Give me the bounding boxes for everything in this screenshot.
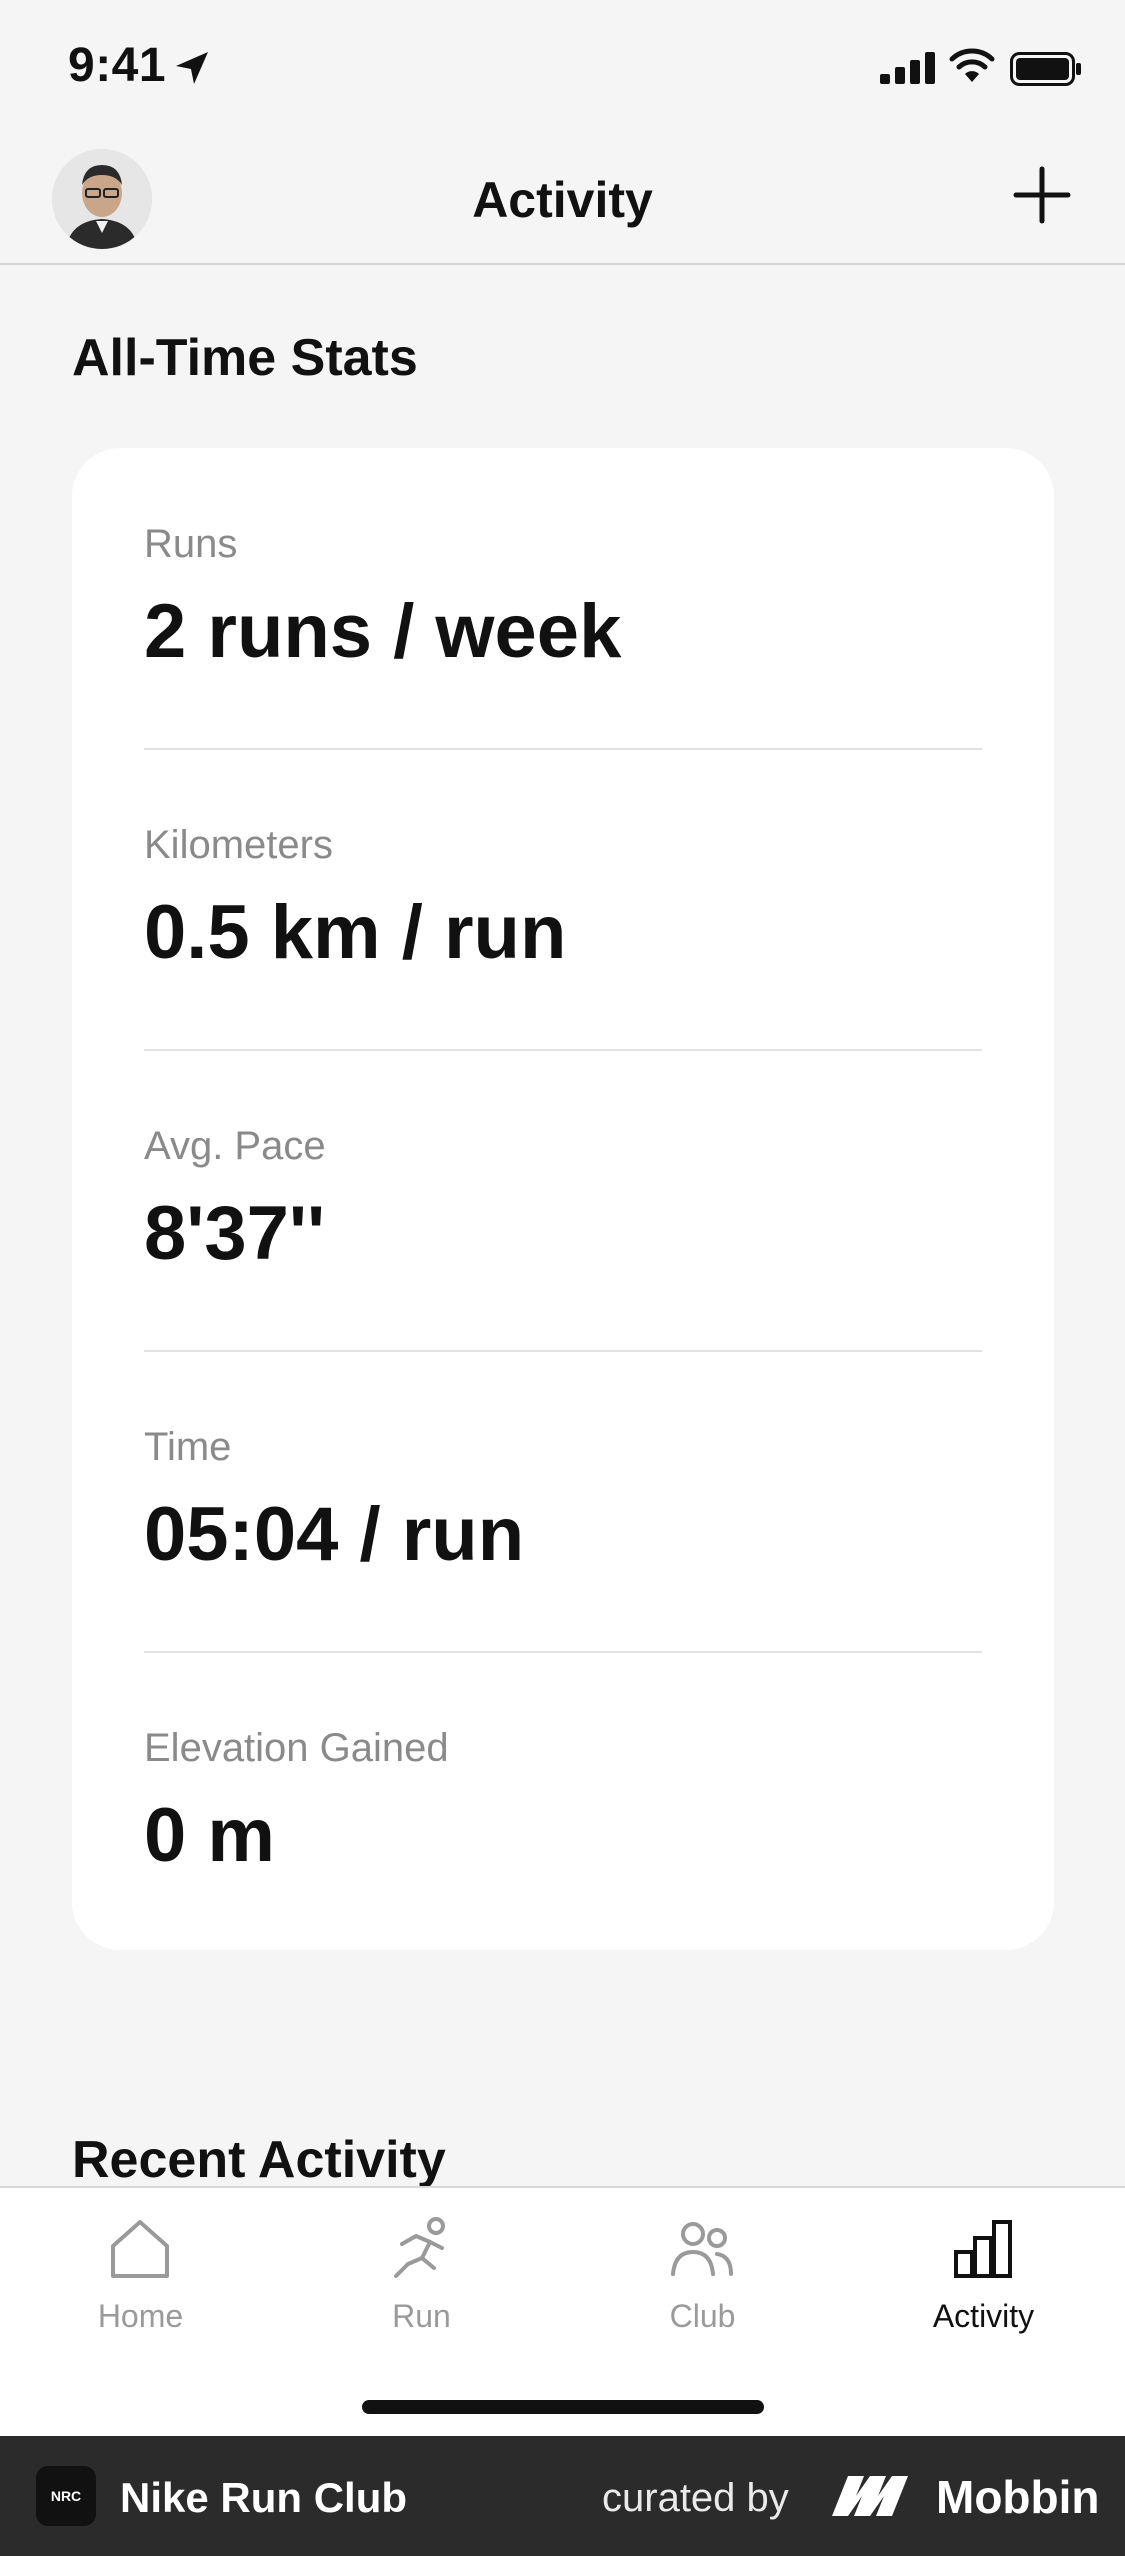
stat-value: 8'37'' <box>144 1191 326 1276</box>
stat-value: 05:04 / run <box>144 1492 525 1577</box>
location-arrow-icon <box>176 52 208 84</box>
tab-home[interactable]: Home <box>0 2188 281 2368</box>
stat-avg-pace: Avg. Pace 8'37'' <box>144 1050 982 1351</box>
mobbin-logo-icon <box>832 2476 908 2516</box>
tab-label: Home <box>97 2298 184 2334</box>
app-logo-icon: NRC <box>36 2466 96 2526</box>
stat-elevation: Elevation Gained 0 m <box>144 1652 982 1953</box>
tab-club[interactable]: Club <box>562 2188 843 2368</box>
tab-run[interactable]: Run <box>281 2188 562 2368</box>
status-bar: 9:41 <box>0 0 1125 135</box>
stat-label: Runs <box>144 522 238 566</box>
stats-card: Runs 2 runs / week Kilometers 0.5 km / r… <box>72 448 1054 1950</box>
signal-icon <box>880 52 935 84</box>
runner-icon <box>394 2217 445 2278</box>
tab-activity[interactable]: Activity <box>843 2188 1124 2368</box>
battery-icon <box>1010 52 1081 86</box>
tab-label: Run <box>392 2298 451 2334</box>
recent-activity-title: Recent Activity <box>72 2131 446 2189</box>
stat-kilometers: Kilometers 0.5 km / run <box>144 749 982 1050</box>
wifi-icon <box>949 48 995 82</box>
people-icon <box>671 2222 733 2276</box>
footer-brand: Mobbin <box>936 2471 1100 2523</box>
page-title: Activity <box>472 172 653 228</box>
stat-label: Avg. Pace <box>144 1124 326 1168</box>
tab-label: Club <box>669 2298 736 2334</box>
stat-label: Elevation Gained <box>144 1726 449 1770</box>
home-indicator[interactable] <box>362 2400 764 2414</box>
stat-label: Kilometers <box>144 823 333 867</box>
footer-curated-text: curated by <box>602 2476 789 2520</box>
tab-bar: Home Run Club Activity <box>0 2186 1125 2436</box>
nav-bar: Activity <box>0 135 1125 265</box>
stat-runs: Runs 2 runs / week <box>144 448 982 749</box>
stat-label: Time <box>144 1425 232 1469</box>
status-time: 9:41 <box>68 39 167 92</box>
tab-label: Activity <box>932 2298 1035 2334</box>
stat-value: 2 runs / week <box>144 589 622 674</box>
stat-time: Time 05:04 / run <box>144 1351 982 1652</box>
bar-chart-icon <box>954 2220 1012 2278</box>
stats-section-title: All-Time Stats <box>72 329 418 387</box>
footer-bar: NRC Nike Run Club curated by Mobbin <box>0 2436 1125 2556</box>
footer-app-name: Nike Run Club <box>120 2474 408 2521</box>
stat-value: 0 m <box>144 1793 275 1878</box>
stat-value: 0.5 km / run <box>144 890 567 975</box>
home-icon <box>111 2220 169 2278</box>
plus-icon[interactable] <box>1010 163 1074 227</box>
